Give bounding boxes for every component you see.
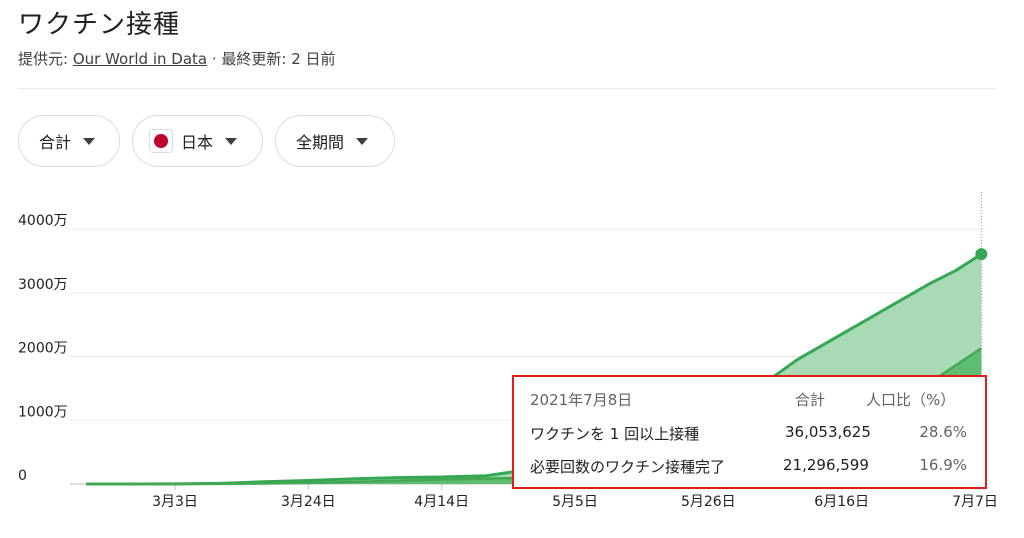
- x-tick-label: 4月14日: [414, 494, 469, 510]
- y-tick-label: 4000万: [18, 213, 68, 229]
- x-tick-label: 5月26日: [681, 494, 736, 510]
- x-tick-label: 5月5日: [552, 494, 598, 510]
- tooltip-row-label: 必要回数のワクチン接種完了: [530, 458, 726, 476]
- tooltip-row-percent: 16.9%: [919, 456, 967, 474]
- y-tick-label: 1000万: [18, 404, 68, 420]
- tooltip-row-label: ワクチンを 1 回以上接種: [530, 425, 700, 443]
- y-tick-label: 0: [18, 468, 27, 484]
- chart-tooltip: 2021年7月8日 合計 人口比（%） ワクチンを 1 回以上接種 36,053…: [512, 375, 987, 489]
- tooltip-row-percent: 28.6%: [919, 423, 967, 441]
- tooltip-date: 2021年7月8日: [530, 391, 633, 409]
- x-tick-label: 3月24日: [281, 494, 336, 510]
- tooltip-col-percent: 人口比（%）: [866, 391, 956, 409]
- highlight-point: [975, 248, 988, 261]
- tooltip-col-total: 合計: [795, 391, 826, 409]
- x-tick-label: 7月7日: [952, 494, 998, 510]
- y-tick-label: 2000万: [18, 341, 68, 357]
- y-tick-label: 3000万: [18, 277, 68, 293]
- tooltip-row-value: 36,053,625: [785, 423, 871, 441]
- tooltip-row-value: 21,296,599: [783, 456, 869, 474]
- x-tick-label: 6月16日: [814, 494, 869, 510]
- x-tick-label: 3月3日: [152, 494, 198, 510]
